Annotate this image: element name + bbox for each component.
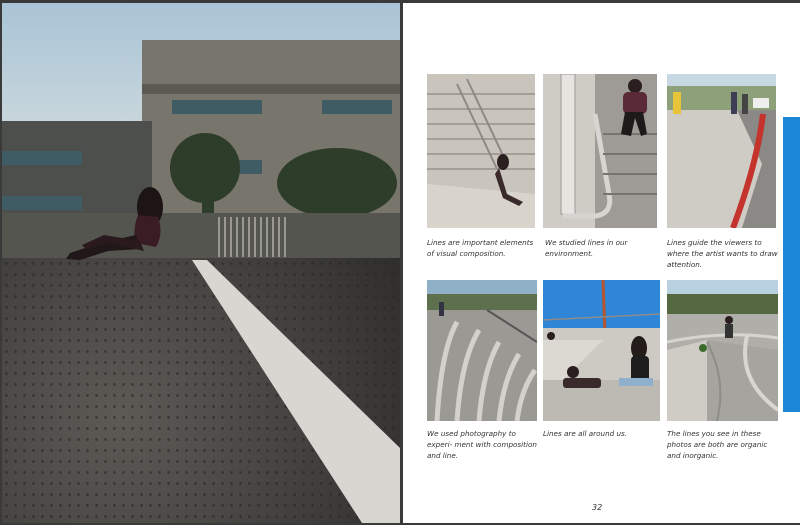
caption-4: We used photography to experi- ment with… <box>427 429 537 460</box>
right-page: Lines are important elements of visual c… <box>403 3 800 523</box>
page-number: 32 <box>592 503 603 512</box>
sitting-girl <box>66 187 163 260</box>
blue-accent-bar <box>783 117 800 412</box>
stairs-with-railing-photo <box>427 74 535 228</box>
girls-on-ramp-wall-photo <box>543 280 660 421</box>
caption-1: Lines are important elements of visual c… <box>427 238 534 258</box>
curving-ramp-railing-photo <box>667 280 778 421</box>
caption-3: Lines guide the viewers to where the art… <box>667 238 778 269</box>
caption-5: Lines are all around us. <box>543 429 628 438</box>
red-curb-street-photo <box>667 74 776 228</box>
girl-on-steps-railing-photo <box>543 74 657 228</box>
caption-2: We studied lines in our environment. <box>545 238 628 258</box>
left-page-photo <box>2 3 400 523</box>
caption-6: The lines you see in these photos are bo… <box>667 429 768 460</box>
book-spread: Lines are important elements of visual c… <box>0 0 800 525</box>
curved-bleacher-steps-photo <box>427 280 537 421</box>
